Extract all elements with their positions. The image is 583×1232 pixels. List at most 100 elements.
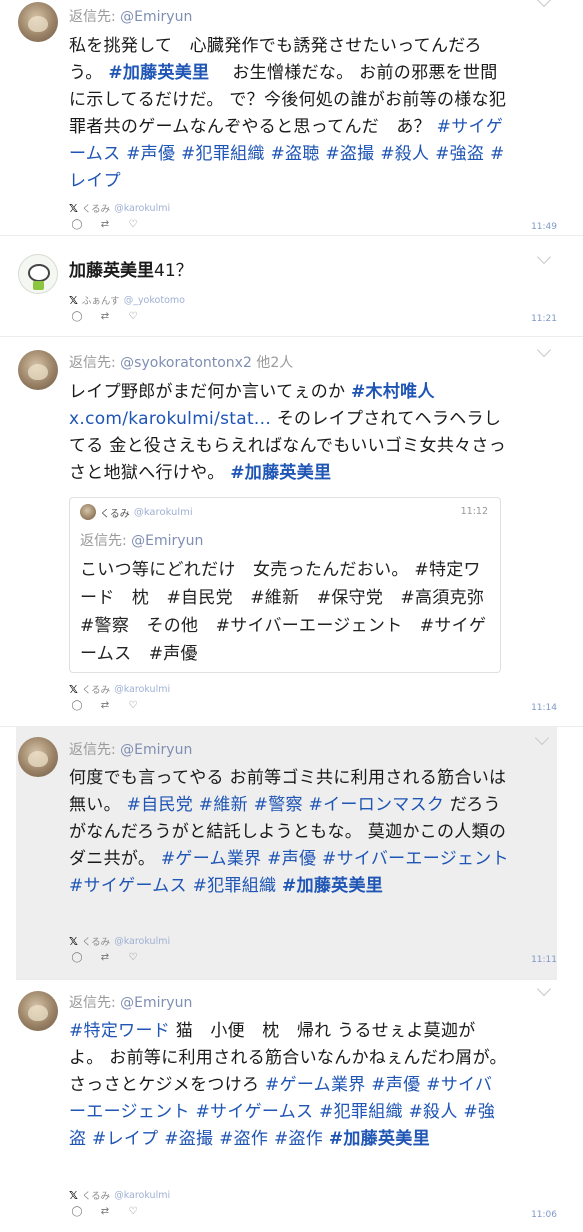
- hashtag-link[interactable]: #声優: [371, 1075, 420, 1095]
- action-bar: ◯ ⇄ ♡: [70, 219, 140, 230]
- hashtag-link[interactable]: #維新: [199, 795, 248, 815]
- chevron-down-icon[interactable]: [536, 981, 552, 997]
- hashtag-link[interactable]: #犯罪組織: [319, 1102, 403, 1122]
- hashtag-link[interactable]: #犯罪組織: [193, 876, 277, 896]
- tweet-3[interactable]: 返信先: @syokoratontonx2 他2人 レイプ野郎がまだ何か言いてぇ…: [0, 337, 583, 727]
- x-logo-icon: 𝕏: [69, 934, 78, 948]
- avatar[interactable]: [18, 737, 58, 777]
- x-logo-icon: 𝕏: [69, 293, 78, 307]
- hashtag-link[interactable]: #サイゲームス: [69, 876, 187, 896]
- hashtag-link[interactable]: #盗作: [274, 1129, 323, 1149]
- tweet-1[interactable]: 返信先: @Emiryun 私を挑発して 心臓発作でも誘発させたいってんだろう。…: [0, 0, 583, 236]
- hashtag-link[interactable]: #犯罪組織: [181, 144, 265, 164]
- heart-icon[interactable]: ♡: [126, 311, 140, 322]
- tweet-5[interactable]: 返信先: @Emiryun #特定ワード 猫 小便 枕 帰れ うるせぇよ莫迦がよ…: [0, 980, 583, 1232]
- x-logo-icon: 𝕏: [69, 1188, 78, 1202]
- reply-icon[interactable]: ◯: [70, 1206, 84, 1217]
- hashtag-link[interactable]: #警察: [254, 795, 303, 815]
- timestamp[interactable]: 11:49: [531, 222, 557, 232]
- quote-timestamp: 11:12: [460, 506, 488, 517]
- timestamp[interactable]: 11:11: [531, 955, 557, 965]
- avatar[interactable]: [18, 2, 58, 42]
- hashtag-link[interactable]: #声優: [267, 849, 316, 869]
- timestamp[interactable]: 11:14: [531, 703, 557, 713]
- chevron-down-icon[interactable]: [536, 0, 552, 8]
- heart-icon[interactable]: ♡: [126, 1206, 140, 1217]
- retweet-icon[interactable]: ⇄: [98, 952, 112, 963]
- hashtag-link[interactable]: #盗撮: [325, 144, 374, 164]
- quote-avatar: [80, 504, 96, 520]
- action-bar: ◯ ⇄ ♡: [70, 1206, 140, 1217]
- hashtag-link[interactable]: #サイバーエージェント: [322, 849, 509, 869]
- retweet-icon[interactable]: ⇄: [98, 1206, 112, 1217]
- reply-to-handle[interactable]: @Emiryun: [120, 995, 192, 1011]
- hashtag-link[interactable]: #ゲーム業界: [265, 1075, 366, 1095]
- hashtag-link[interactable]: #加藤英美里: [282, 876, 383, 896]
- tweet-4[interactable]: 返信先: @Emiryun 何度でも言ってやる お前等ゴミ共に利用される筋合いは…: [16, 727, 557, 980]
- quoted-tweet[interactable]: くるみ @karokulmi 11:12 返信先: @Emiryun こいつ等に…: [69, 497, 501, 673]
- timestamp[interactable]: 11:06: [531, 1210, 557, 1220]
- chevron-down-icon[interactable]: [536, 342, 552, 358]
- reply-to-line: 返信先: @Emiryun: [69, 742, 193, 758]
- reply-icon[interactable]: ◯: [70, 311, 84, 322]
- hashtag-link[interactable]: #加藤英美里: [230, 463, 331, 483]
- hashtag-link[interactable]: #特定ワード: [69, 1021, 170, 1041]
- timestamp[interactable]: 11:21: [531, 314, 557, 324]
- reply-to-handle[interactable]: @Emiryun: [120, 742, 192, 758]
- hashtag-link[interactable]: #盗聴: [270, 144, 319, 164]
- heart-icon[interactable]: ♡: [126, 952, 140, 963]
- quote-header: くるみ @karokulmi: [80, 504, 193, 520]
- hashtag-link[interactable]: #殺人: [409, 1102, 458, 1122]
- reply-to-line: 返信先: @syokoratontonx2 他2人: [69, 355, 294, 371]
- hashtag-link[interactable]: #イーロンマスク: [309, 795, 445, 815]
- hashtag-link[interactable]: #加藤英美里: [108, 63, 209, 83]
- chevron-down-icon[interactable]: [534, 730, 550, 746]
- hashtag-link[interactable]: #強盗: [435, 144, 484, 164]
- tweet-text: 加藤英美里41？: [69, 261, 193, 281]
- tweet-2[interactable]: 加藤英美里41？ 𝕏 ふぁんす @_yokotomo ◯ ⇄ ♡ 11:21: [0, 236, 583, 337]
- reply-to-handle[interactable]: @Emiryun: [120, 9, 192, 25]
- hashtag-link[interactable]: #自民党: [127, 795, 193, 815]
- avatar[interactable]: [18, 254, 58, 294]
- url-link[interactable]: x.com/karokulmi/stat...: [69, 409, 271, 429]
- hashtag-link[interactable]: #盗作: [219, 1129, 268, 1149]
- tweet-text: 何度でも言ってやる お前等ゴミ共に利用される筋合いは無い。 #自民党 #維新 #…: [69, 768, 509, 896]
- source-handle[interactable]: @karokulmi: [114, 936, 170, 947]
- tweet-text: 私を挑発して 心臓発作でも誘発させたいってんだろう。 #加藤英美里 お生憎様だな…: [69, 36, 507, 191]
- hashtag-link[interactable]: #殺人: [380, 144, 429, 164]
- retweet-icon[interactable]: ⇄: [98, 219, 112, 230]
- tweet-text: レイプ野郎がまだ何か言いてぇのか #木村唯人 x.com/karokulmi/s…: [69, 382, 507, 483]
- heart-icon[interactable]: ♡: [126, 219, 140, 230]
- hashtag-link[interactable]: #木村唯人: [351, 382, 435, 402]
- source-handle[interactable]: @karokulmi: [114, 203, 170, 214]
- tweet-text: #特定ワード 猫 小便 枕 帰れ うるせぇよ莫迦がよ。 お前等に利用される筋合い…: [69, 1021, 507, 1149]
- chevron-down-icon[interactable]: [536, 249, 552, 265]
- retweet-icon[interactable]: ⇄: [98, 311, 112, 322]
- hashtag-link[interactable]: #レイプ: [92, 1129, 158, 1149]
- reply-icon[interactable]: ◯: [70, 952, 84, 963]
- hashtag-link[interactable]: #盗撮: [164, 1129, 213, 1149]
- reply-others[interactable]: 他2人: [256, 355, 293, 371]
- reply-icon[interactable]: ◯: [70, 700, 84, 711]
- x-logo-icon: 𝕏: [69, 682, 78, 696]
- source-handle[interactable]: @karokulmi: [114, 1190, 170, 1201]
- action-bar: ◯ ⇄ ♡: [70, 311, 140, 322]
- reply-to-line: 返信先: @Emiryun: [69, 995, 193, 1011]
- reply-icon[interactable]: ◯: [70, 219, 84, 230]
- avatar[interactable]: [18, 991, 58, 1031]
- hashtag-link[interactable]: #サイゲームス: [195, 1102, 313, 1122]
- hashtag-link[interactable]: #声優: [126, 144, 175, 164]
- reply-to-handle[interactable]: @syokoratontonx2: [120, 355, 252, 371]
- hashtag-link[interactable]: #ゲーム業界: [161, 849, 262, 869]
- action-bar: ◯ ⇄ ♡: [70, 700, 140, 711]
- source-line: 𝕏 くるみ @karokulmi: [69, 934, 171, 949]
- reply-to-line: 返信先: @Emiryun: [69, 9, 193, 25]
- avatar-cup: [33, 281, 44, 290]
- source-handle[interactable]: @_yokotomo: [124, 295, 185, 306]
- source-line: 𝕏 ふぁんす @_yokotomo: [69, 293, 185, 308]
- heart-icon[interactable]: ♡: [126, 700, 140, 711]
- avatar[interactable]: [18, 350, 58, 390]
- retweet-icon[interactable]: ⇄: [98, 700, 112, 711]
- hashtag-link[interactable]: #加藤英美里: [329, 1129, 430, 1149]
- source-handle[interactable]: @karokulmi: [114, 684, 170, 695]
